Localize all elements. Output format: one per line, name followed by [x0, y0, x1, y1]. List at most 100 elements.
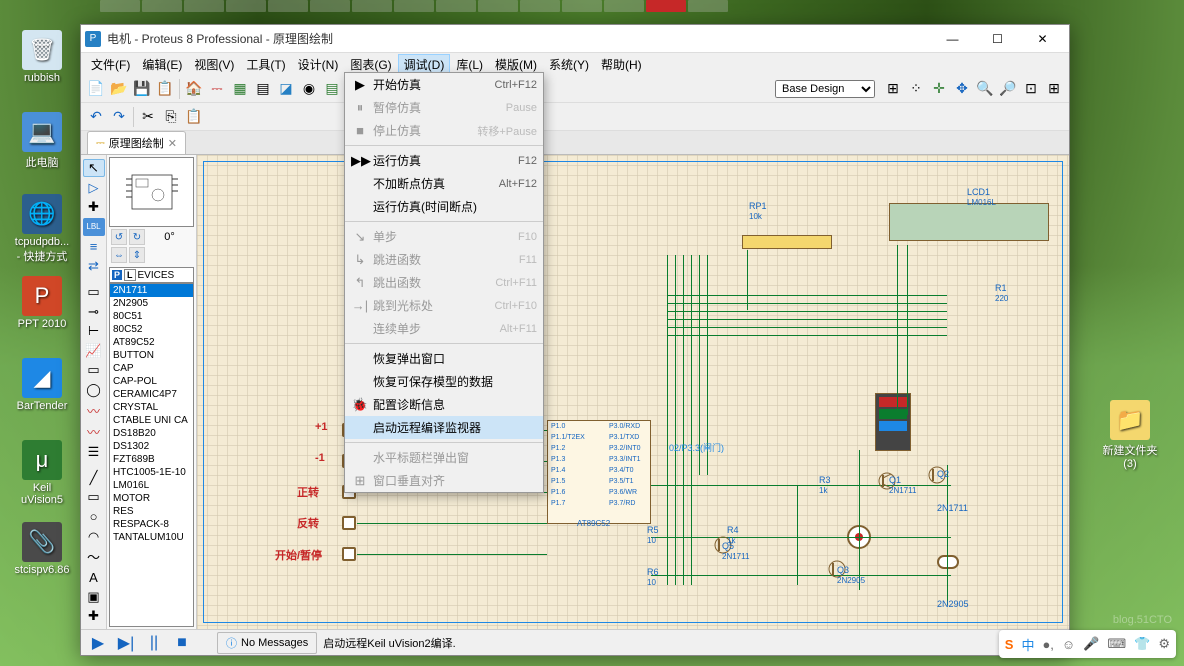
pin-tool-icon[interactable]: ⊢: [83, 323, 105, 341]
device-list-item[interactable]: TANTALUM10U: [110, 531, 193, 544]
device-list-item[interactable]: AT89C52: [110, 336, 193, 349]
design-combo[interactable]: Base Design: [775, 80, 875, 98]
terminal-tool-icon[interactable]: ⊸: [83, 303, 105, 321]
dropdown-item[interactable]: 运行仿真(时间断点): [345, 195, 543, 218]
device-list-item[interactable]: RESPACK-8: [110, 518, 193, 531]
junction-tool-icon[interactable]: ✚: [83, 199, 105, 217]
menu-item[interactable]: 文件(F): [85, 54, 136, 75]
zoom-fit-icon[interactable]: ⊡: [1020, 78, 1042, 100]
device-list-item[interactable]: CRYSTAL: [110, 401, 193, 414]
copy-icon[interactable]: ⎘: [160, 106, 182, 128]
close-project-icon[interactable]: 📋: [154, 78, 176, 100]
desktop-icon[interactable]: μKeil uVision5: [12, 440, 72, 506]
desktop-icon[interactable]: 💻此电脑: [12, 112, 72, 170]
desktop-icon[interactable]: 📁新建文件夹 (3): [1100, 400, 1160, 470]
label-tool-icon[interactable]: LBL: [83, 218, 105, 236]
desktop-icon[interactable]: 🌐tcpudpdb... - 快捷方式: [12, 194, 72, 264]
device-list-item[interactable]: BUTTON: [110, 349, 193, 362]
cut-icon[interactable]: ✂: [137, 106, 159, 128]
device-list-item[interactable]: LM016L: [110, 479, 193, 492]
device-list-item[interactable]: CTABLE UNI CA: [110, 414, 193, 427]
sim-pause-icon[interactable]: ||: [141, 632, 167, 654]
subcircuit-tool-icon[interactable]: ▭: [83, 284, 105, 302]
mirror-v-icon[interactable]: ⇕: [129, 247, 145, 263]
dropdown-item[interactable]: ▶开始仿真Ctrl+F12: [345, 73, 543, 96]
dropdown-item[interactable]: 启动远程编译监视器: [345, 416, 543, 439]
device-list-item[interactable]: 2N1711: [110, 284, 193, 297]
grid-dots-icon[interactable]: ⁘: [905, 78, 927, 100]
path-tool-icon[interactable]: 〜: [83, 547, 105, 566]
grid-snap-icon[interactable]: ⊞: [882, 78, 904, 100]
tape-tool-icon[interactable]: ▭: [83, 362, 105, 380]
device-list-item[interactable]: CAP: [110, 362, 193, 375]
chip-icon[interactable]: ▤: [252, 78, 274, 100]
menu-item[interactable]: 视图(V): [188, 54, 240, 75]
text-tool-icon[interactable]: ≡: [83, 238, 105, 256]
device-list[interactable]: 2N17112N290580C5180C52AT89C52BUTTONCAPCA…: [109, 283, 194, 627]
tab-schematic[interactable]: ⎓ 原理图绘制 ✕: [87, 131, 186, 154]
open-icon[interactable]: 📂: [108, 78, 130, 100]
probe-i-tool-icon[interactable]: 〰: [83, 422, 105, 441]
ime-toolbar[interactable]: S 中 ●, ☺ 🎤 ⌨ 👕 ⚙: [999, 630, 1176, 658]
device-list-item[interactable]: CERAMIC4P7: [110, 388, 193, 401]
dropdown-item[interactable]: 不加断点仿真Alt+F12: [345, 172, 543, 195]
symbol-tool-icon[interactable]: ▣: [83, 588, 105, 606]
device-list-item[interactable]: RES: [110, 505, 193, 518]
device-list-item[interactable]: 80C51: [110, 310, 193, 323]
origin-icon[interactable]: ✛: [928, 78, 950, 100]
desktop-icon[interactable]: 📎stcispv6.86: [12, 522, 72, 576]
line-tool-icon[interactable]: ╱: [83, 469, 105, 487]
gerber-icon[interactable]: ◉: [298, 78, 320, 100]
desktop-icon[interactable]: 🗑rubbish: [12, 30, 72, 84]
zoom-out-icon[interactable]: 🔎: [997, 78, 1019, 100]
device-list-item[interactable]: FZT689B: [110, 453, 193, 466]
dropdown-item[interactable]: ▶▶运行仿真F12: [345, 149, 543, 172]
dropdown-item[interactable]: 恢复弹出窗口: [345, 347, 543, 370]
tab-close-icon[interactable]: ✕: [168, 137, 177, 150]
close-button[interactable]: ✕: [1020, 25, 1065, 53]
sim-stop-icon[interactable]: ■: [169, 632, 195, 654]
lcd-component[interactable]: [889, 203, 1049, 241]
menu-item[interactable]: 帮助(H): [595, 54, 648, 75]
sim-play-icon[interactable]: ▶: [85, 632, 111, 654]
instrument-tool-icon[interactable]: ☰: [83, 443, 105, 461]
device-list-item[interactable]: MOTOR: [110, 492, 193, 505]
rotate-ccw-icon[interactable]: ↺: [111, 229, 127, 245]
bom-icon[interactable]: ▤: [321, 78, 343, 100]
marker-tool-icon[interactable]: ✚: [83, 607, 105, 625]
generator-tool-icon[interactable]: ◯: [83, 381, 105, 399]
dropdown-item[interactable]: 恢复可保存模型的数据: [345, 370, 543, 393]
rect-tool-icon[interactable]: ▭: [83, 489, 105, 507]
zoom-in-icon[interactable]: 🔍: [974, 78, 996, 100]
menu-item[interactable]: 系统(Y): [543, 54, 595, 75]
desktop-icon[interactable]: ◢BarTender: [12, 358, 72, 412]
device-list-item[interactable]: DS18B20: [110, 427, 193, 440]
schematic-canvas[interactable]: 02/P3.3(闸门) +1-1正转反转开始/暂停RP110kLCD1LM016…: [197, 155, 1069, 629]
sim-step-icon[interactable]: ▶|: [113, 632, 139, 654]
dropdown-item[interactable]: 🐞配置诊断信息: [345, 393, 543, 416]
device-list-item[interactable]: HTC1005-1E-10: [110, 466, 193, 479]
new-icon[interactable]: 📄: [85, 78, 107, 100]
minimize-button[interactable]: —: [930, 25, 975, 53]
pcb-icon[interactable]: ▦: [229, 78, 251, 100]
arc-tool-icon[interactable]: ◠: [83, 528, 105, 546]
undo-icon[interactable]: ↶: [85, 106, 107, 128]
select-tool-icon[interactable]: ↖: [83, 159, 105, 177]
zoom-area-icon[interactable]: ⊞: [1043, 78, 1065, 100]
home-icon[interactable]: 🏠: [183, 78, 205, 100]
messages-indicator[interactable]: ⓘ No Messages: [217, 632, 317, 654]
mirror-h-icon[interactable]: ⇔: [111, 247, 127, 263]
schematic-icon[interactable]: ⎓: [206, 78, 228, 100]
component-tool-icon[interactable]: ▷: [83, 179, 105, 197]
device-list-item[interactable]: CAP-POL: [110, 375, 193, 388]
device-list-item[interactable]: 80C52: [110, 323, 193, 336]
circle-tool-icon[interactable]: ○: [83, 508, 105, 526]
3d-icon[interactable]: ◪: [275, 78, 297, 100]
titlebar[interactable]: P 电机 - Proteus 8 Professional - 原理图绘制 — …: [81, 25, 1069, 53]
paste-icon[interactable]: 📋: [183, 106, 205, 128]
redo-icon[interactable]: ↷: [108, 106, 130, 128]
debug-menu-dropdown[interactable]: ▶开始仿真Ctrl+F12⏸暂停仿真Pause■停止仿真转移+Pause▶▶运行…: [344, 72, 544, 493]
menu-item[interactable]: 设计(N): [292, 54, 345, 75]
pan-icon[interactable]: ✥: [951, 78, 973, 100]
bus-tool-icon[interactable]: ⇄: [83, 257, 105, 275]
